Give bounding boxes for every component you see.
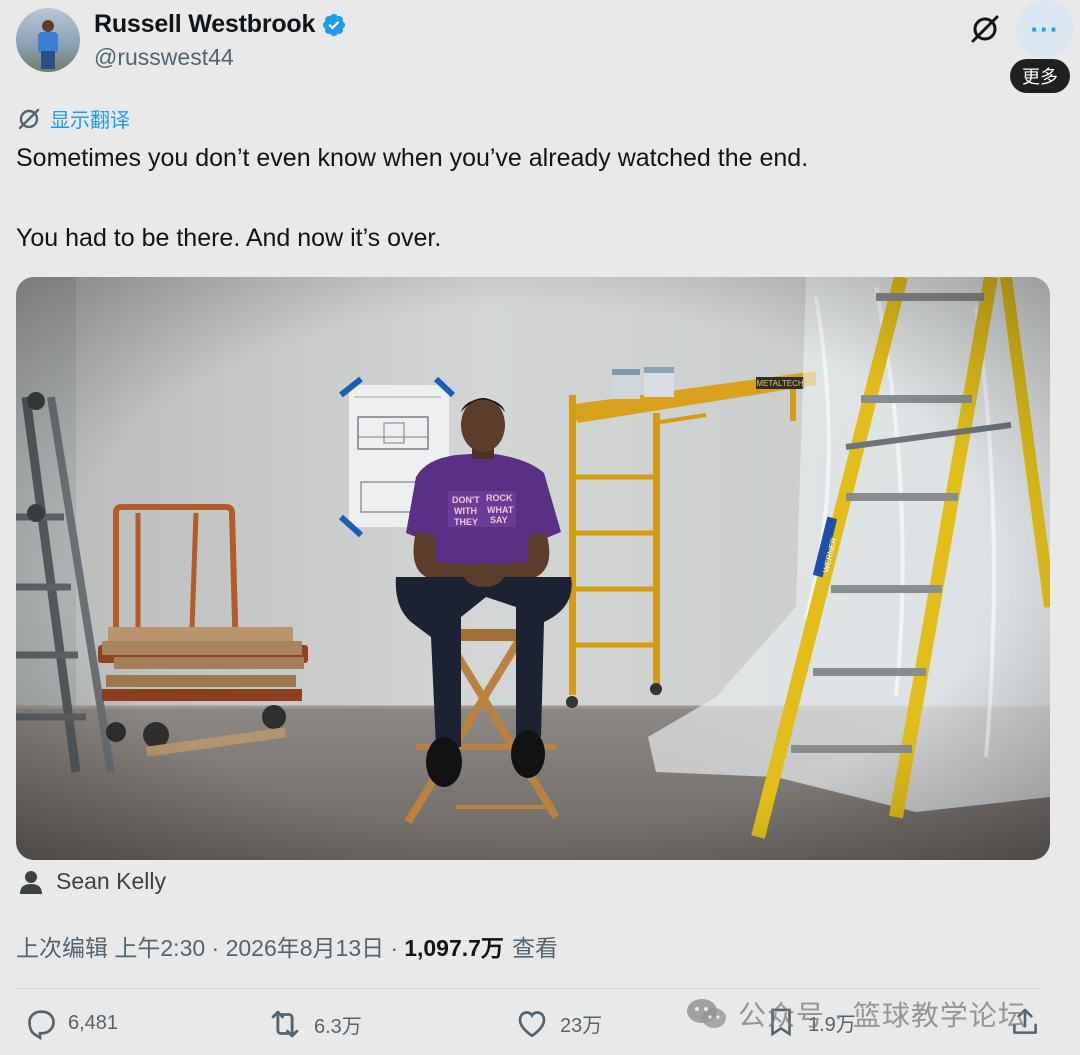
grok-slash-icon	[18, 108, 40, 129]
tweet-text: Sometimes you don’t even know when you’v…	[16, 140, 1056, 256]
retweet-button[interactable]: 6.3万	[266, 1005, 362, 1043]
wechat-icon	[687, 999, 726, 1028]
tweet-line-2: You had to be there. And now it’s over.	[16, 224, 442, 252]
avatar[interactable]	[16, 8, 80, 72]
reply-button[interactable]: 6,481	[22, 1005, 118, 1041]
watermark: 公众号 · 篮球教学论坛	[686, 994, 1027, 1034]
user-handle[interactable]: @russwest44	[94, 44, 234, 71]
heart-icon	[518, 1011, 546, 1038]
view-count: 1,097.7万	[404, 935, 504, 961]
tweet-line-1: Sometimes you don’t even know when you’v…	[16, 144, 809, 172]
reply-icon	[28, 1010, 55, 1041]
show-translation-link[interactable]: 显示翻译	[16, 104, 130, 133]
tweet-meta: 上次编辑 上午2:30 · 2026年8月13日 · 1,097.7万 查看	[16, 929, 558, 963]
edited-timestamp[interactable]: 上次编辑 上午2:30 · 2026年8月13日 ·	[16, 929, 398, 963]
watermark-text: 公众号 · 篮球教学论坛	[738, 1000, 1027, 1031]
name-row: Russell Westbrook	[94, 10, 347, 39]
like-button[interactable]: 23万	[514, 1005, 602, 1041]
like-count: 23万	[560, 1014, 603, 1037]
retweet-icon	[271, 1010, 299, 1038]
view-label: 查看	[511, 935, 558, 961]
translate-label[interactable]: 显示翻译	[50, 104, 130, 133]
divider	[16, 988, 1040, 989]
reply-count: 6,481	[68, 1011, 119, 1034]
display-name[interactable]: Russell Westbrook	[94, 10, 315, 39]
more-tooltip: 更多	[1010, 59, 1070, 93]
more-dots-icon[interactable]: ···	[1016, 0, 1074, 58]
retweet-count: 6.3万	[314, 1015, 362, 1038]
grok-slash-icon[interactable]	[968, 12, 1002, 46]
tweet-header: Russell Westbrook @russwest44 ··· 更多	[16, 0, 1074, 93]
tagged-user-name[interactable]: Sean Kelly	[56, 868, 166, 895]
tweet-photo[interactable]: METALTECH WERNER	[16, 277, 1050, 860]
person-icon	[20, 870, 42, 894]
verified-badge-icon	[323, 13, 346, 36]
tagged-user[interactable]: Sean Kelly	[18, 868, 166, 895]
